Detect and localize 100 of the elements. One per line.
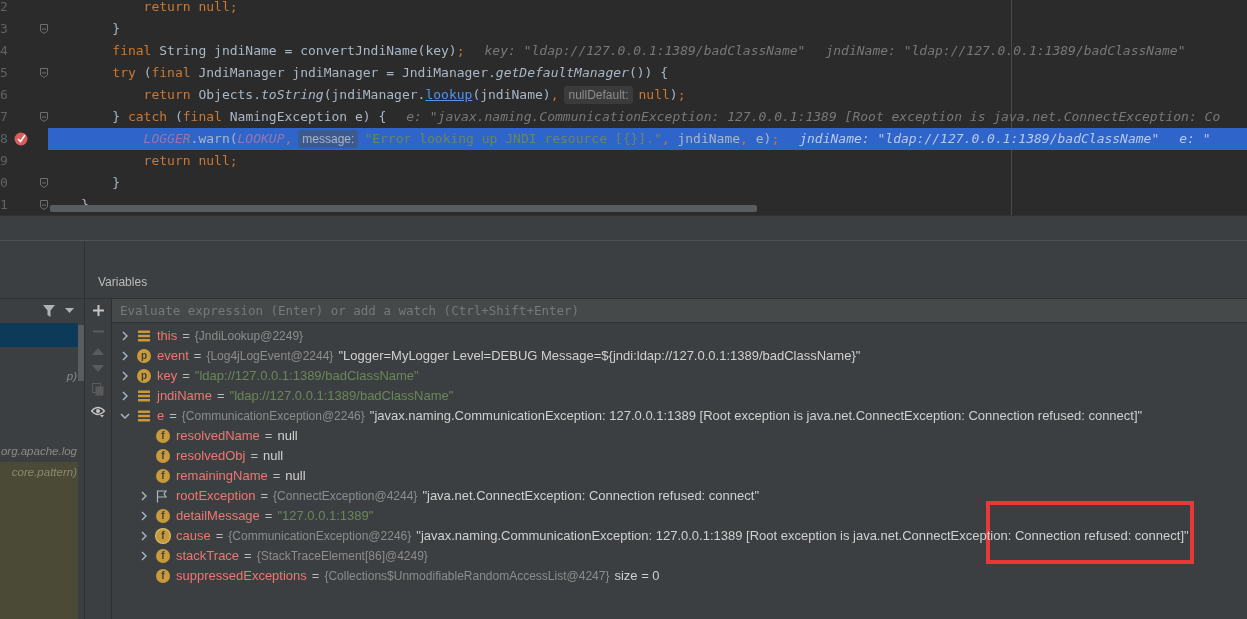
breakpoint-icon[interactable]	[14, 132, 28, 146]
equals-sign: =	[215, 527, 224, 546]
expand-icon[interactable]	[139, 511, 149, 521]
variable-value: size = 0	[614, 567, 660, 586]
equals-sign: =	[264, 507, 273, 526]
variable-value: "127.0.0.1:1389"	[277, 507, 374, 526]
fold-icon[interactable]	[40, 178, 48, 188]
variable-name: event	[157, 347, 189, 366]
equals-sign: =	[311, 567, 320, 586]
fold-icon[interactable]	[40, 68, 48, 78]
variable-name: remainingName	[176, 467, 268, 486]
line-number: 6	[0, 86, 9, 105]
variable-name: rootException	[176, 487, 256, 506]
variable-value: "ldap://127.0.0.1:1389/badClassName"	[229, 387, 454, 406]
variable-name: resolvedName	[176, 427, 260, 446]
fold-icon[interactable]	[40, 112, 48, 122]
parameter-icon: p	[137, 369, 151, 383]
object-reference: {ConnectException@4244}	[273, 488, 418, 505]
parameter-hint: nullDefault:	[564, 86, 633, 104]
equals-sign: =	[169, 407, 177, 426]
horizontal-scrollbar[interactable]	[50, 205, 757, 212]
line-number: 0	[0, 174, 9, 193]
code-text: try (final JndiManager jndiManager = JndiManager.getDefaultManager()) {	[111, 64, 669, 83]
line-number: 9	[0, 152, 9, 171]
line-number: 5	[0, 64, 9, 83]
panel-title: Variables	[98, 274, 148, 291]
variable-value: "ldap://127.0.0.1:1389/badClassName"	[194, 367, 419, 386]
inline-value-hint: jndiName: "ldap://127.0.0.1:1389/badClassName"	[825, 42, 1186, 61]
expand-icon[interactable]	[139, 531, 149, 541]
variable-name: e	[157, 407, 165, 426]
equals-sign: =	[182, 327, 190, 346]
object-reference: {JndiLookup@2249}	[194, 328, 304, 345]
line-number: 8	[0, 130, 9, 149]
field-icon: f	[156, 429, 170, 443]
code-text: LOGGER.warn(LOOKUP,	[142, 130, 293, 149]
code-text: return Objects.toString(jndiManager.lookup(jndiName),	[142, 86, 559, 105]
equals-sign: =	[182, 367, 190, 386]
variable-name: detailMessage	[176, 507, 260, 526]
frame-row[interactable]: p)	[0, 367, 78, 387]
fold-icon[interactable]	[40, 200, 48, 210]
expand-icon[interactable]	[120, 351, 130, 361]
filter-icon[interactable]	[43, 305, 55, 317]
variable-value: "Logger=MyLogger Level=DEBUG Message=${jndi:ldap://127.0.0.1:1389/badClassName}"	[338, 347, 861, 366]
variable-value: "java.net.ConnectException: Connection refused: connect"	[422, 487, 759, 506]
field-icon: f	[156, 469, 170, 483]
equals-sign: =	[216, 387, 225, 406]
variable-value: null	[285, 467, 306, 486]
variable-value: null	[277, 427, 298, 446]
expand-icon[interactable]	[120, 391, 130, 401]
variable-name: suppressedExceptions	[176, 567, 307, 586]
expand-icon[interactable]	[139, 551, 149, 561]
code-text: final String jndiName = convertJndiName(key);	[111, 42, 465, 61]
object-reference: {CommunicationException@2246}	[228, 528, 412, 545]
caret-icon[interactable]	[65, 308, 74, 314]
code-text: return null;	[142, 152, 238, 171]
object-reference: {Log4jLogEvent@2244}	[206, 348, 334, 365]
frame-row[interactable]: org.apache.log	[0, 442, 78, 462]
variable-name: key	[157, 367, 178, 386]
expand-icon[interactable]	[120, 331, 130, 341]
line-number: 7	[0, 108, 9, 127]
equals-sign: =	[244, 547, 252, 566]
variable-name: cause	[176, 527, 211, 546]
variable-name: resolvedObj	[176, 447, 246, 466]
code-text: } catch (final NamingException e) {	[111, 108, 387, 127]
field-icon: f	[156, 569, 170, 583]
equals-sign: =	[264, 427, 273, 446]
object-reference: {Collections$UnmodifiableRandomAccessList@4247}	[324, 568, 610, 585]
code-text: null);	[638, 86, 686, 105]
parameter-icon: p	[137, 349, 151, 363]
line-number: 2	[0, 0, 9, 17]
inline-value-hint: e: "	[1179, 130, 1211, 149]
object-reference: {CommunicationException@2246}	[181, 408, 365, 425]
field-icon: f	[156, 509, 170, 523]
code-text: "Error looking up JNDI resource [{}].", jndiName, e);	[364, 130, 780, 149]
code-text: }	[111, 174, 121, 193]
expand-icon[interactable]	[120, 371, 130, 381]
collapse-icon[interactable]	[120, 411, 130, 421]
variable-value: null	[262, 447, 284, 466]
vertical-scrollbar[interactable]	[78, 325, 84, 381]
inline-value-hint: jndiName: "ldap://127.0.0.1:1389/badClassName"	[799, 130, 1160, 149]
line-number: 1	[0, 196, 9, 215]
code-text: return null;	[142, 0, 238, 17]
object-reference: {StackTraceElement[86]@4249}	[256, 548, 428, 565]
field-icon: f	[156, 449, 170, 463]
line-number: 3	[0, 20, 9, 39]
fold-icon[interactable]	[40, 24, 48, 34]
equals-sign: =	[250, 447, 258, 466]
parameter-hint: message:	[298, 130, 359, 148]
equals-sign: =	[193, 347, 202, 366]
add-icon[interactable]	[92, 305, 104, 316]
equals-sign: =	[272, 467, 281, 486]
variable-name: this	[157, 327, 178, 346]
field-icon: f	[156, 549, 170, 563]
code-text: }	[111, 20, 121, 39]
eye-icon[interactable]	[91, 406, 105, 418]
variable-name: jndiName	[157, 387, 212, 406]
inline-value-hint: key: "ldap://127.0.0.1:1389/badClassName"	[484, 42, 806, 61]
frame-row[interactable]: core.pattern)	[0, 462, 78, 619]
expand-icon[interactable]	[139, 491, 149, 501]
inline-value-hint: e: "javax.naming.CommunicationException: 127.0.0.1:1389 [Root exception is java.net.ConnectException: Co	[406, 108, 1221, 127]
